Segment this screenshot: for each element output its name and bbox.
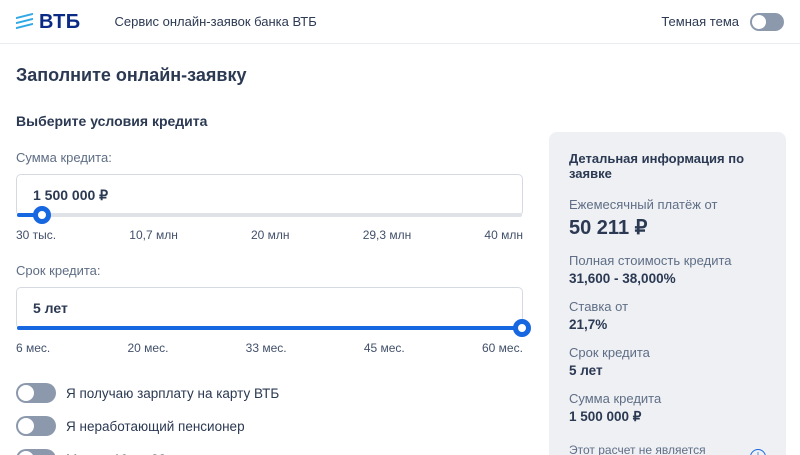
detail-label: Ставка от: [569, 299, 766, 314]
detail-term: Срок кредита 5 лет: [569, 345, 766, 378]
amount-tick: 30 тыс.: [16, 228, 56, 242]
term-value: 5 лет: [17, 288, 522, 316]
term-tick: 33 мес.: [246, 341, 287, 355]
amount-value: 1 500 000 ₽: [17, 175, 522, 204]
options-toggles: Я получаю зарплату на карту ВТБ Я нерабо…: [16, 383, 523, 455]
vtb-logo[interactable]: ВТБ: [16, 12, 80, 32]
toggle-row-pensioner: Я неработающий пенсионер: [16, 416, 523, 436]
info-icon[interactable]: i: [750, 449, 766, 455]
detail-label: Ежемесячный платёж от: [569, 197, 766, 212]
brand-text: ВТБ: [39, 12, 80, 32]
detail-label: Срок кредита: [569, 345, 766, 360]
term-tick: 20 мес.: [127, 341, 168, 355]
toggle-row-salary: Я получаю зарплату на карту ВТБ: [16, 383, 523, 403]
amount-slider-thumb[interactable]: [33, 206, 51, 224]
detail-rate: Ставка от 21,7%: [569, 299, 766, 332]
loan-form: Выберите условия кредита Сумма кредита: …: [16, 113, 523, 455]
term-slider-thumb[interactable]: [513, 319, 531, 337]
service-title: Сервис онлайн-заявок банка ВТБ: [114, 14, 316, 29]
amount-scale: 30 тыс. 10,7 млн 20 млн 29,3 млн 40 млн: [16, 228, 523, 242]
details-panel-title: Детальная информация по заявке: [569, 151, 766, 181]
vtb-flag-icon: [16, 12, 33, 28]
amount-tick: 10,7 млн: [129, 228, 178, 242]
salary-card-toggle[interactable]: [16, 383, 56, 403]
salary-card-toggle-label: Я получаю зарплату на карту ВТБ: [66, 386, 279, 401]
detail-monthly-payment: Ежемесячный платёж от 50 211 ₽: [569, 197, 766, 240]
term-slider-fill: [17, 326, 522, 330]
toggle-knob: [18, 385, 34, 401]
pensioner-toggle[interactable]: [16, 416, 56, 436]
detail-value: 5 лет: [569, 363, 766, 378]
amount-label: Сумма кредита:: [16, 150, 523, 165]
pensioner-toggle-label: Я неработающий пенсионер: [66, 419, 245, 434]
theme-switcher: Темная тема: [661, 13, 784, 31]
page-title: Заполните онлайн-заявку: [16, 65, 784, 86]
toggle-knob: [18, 451, 34, 455]
theme-toggle-label: Темная тема: [661, 14, 739, 29]
amount-input[interactable]: 1 500 000 ₽: [16, 174, 523, 216]
amount-tick: 29,3 млн: [363, 228, 412, 242]
age-toggle[interactable]: [16, 449, 56, 455]
section-title: Выберите условия кредита: [16, 113, 523, 129]
term-tick: 6 мес.: [16, 341, 50, 355]
detail-amount: Сумма кредита 1 500 000 ₽: [569, 391, 766, 425]
theme-toggle-knob: [752, 15, 766, 29]
age-toggle-label: Мне от 19 до 22 полных лет: [66, 452, 241, 455]
term-tick: 45 мес.: [364, 341, 405, 355]
detail-value: 50 211 ₽: [569, 215, 766, 240]
term-scale: 6 мес. 20 мес. 33 мес. 45 мес. 60 мес.: [16, 341, 523, 355]
offer-disclaimer: Этот расчет не является публичной оферто…: [569, 443, 766, 455]
detail-label: Сумма кредита: [569, 391, 766, 406]
detail-value: 31,600 - 38,000%: [569, 271, 766, 286]
details-panel: Детальная информация по заявке Ежемесячн…: [549, 132, 786, 455]
term-tick: 60 мес.: [482, 341, 523, 355]
amount-tick: 20 млн: [251, 228, 290, 242]
detail-label: Полная стоимость кредита: [569, 253, 766, 268]
toggle-row-age: Мне от 19 до 22 полных лет: [16, 449, 523, 455]
header: ВТБ Сервис онлайн-заявок банка ВТБ Темна…: [0, 0, 800, 44]
detail-value: 21,7%: [569, 317, 766, 332]
offer-disclaimer-text: Этот расчет не является публичной оферто…: [569, 443, 742, 455]
main-content: Заполните онлайн-заявку Выберите условия…: [0, 65, 800, 455]
toggle-knob: [18, 418, 34, 434]
amount-tick: 40 млн: [484, 228, 523, 242]
term-label: Срок кредита:: [16, 263, 523, 278]
detail-full-cost: Полная стоимость кредита 31,600 - 38,000…: [569, 253, 766, 286]
detail-value: 1 500 000 ₽: [569, 409, 766, 425]
term-slider-track[interactable]: [17, 326, 522, 330]
amount-slider-track[interactable]: [17, 213, 522, 217]
theme-toggle[interactable]: [750, 13, 784, 31]
term-input[interactable]: 5 лет: [16, 287, 523, 329]
